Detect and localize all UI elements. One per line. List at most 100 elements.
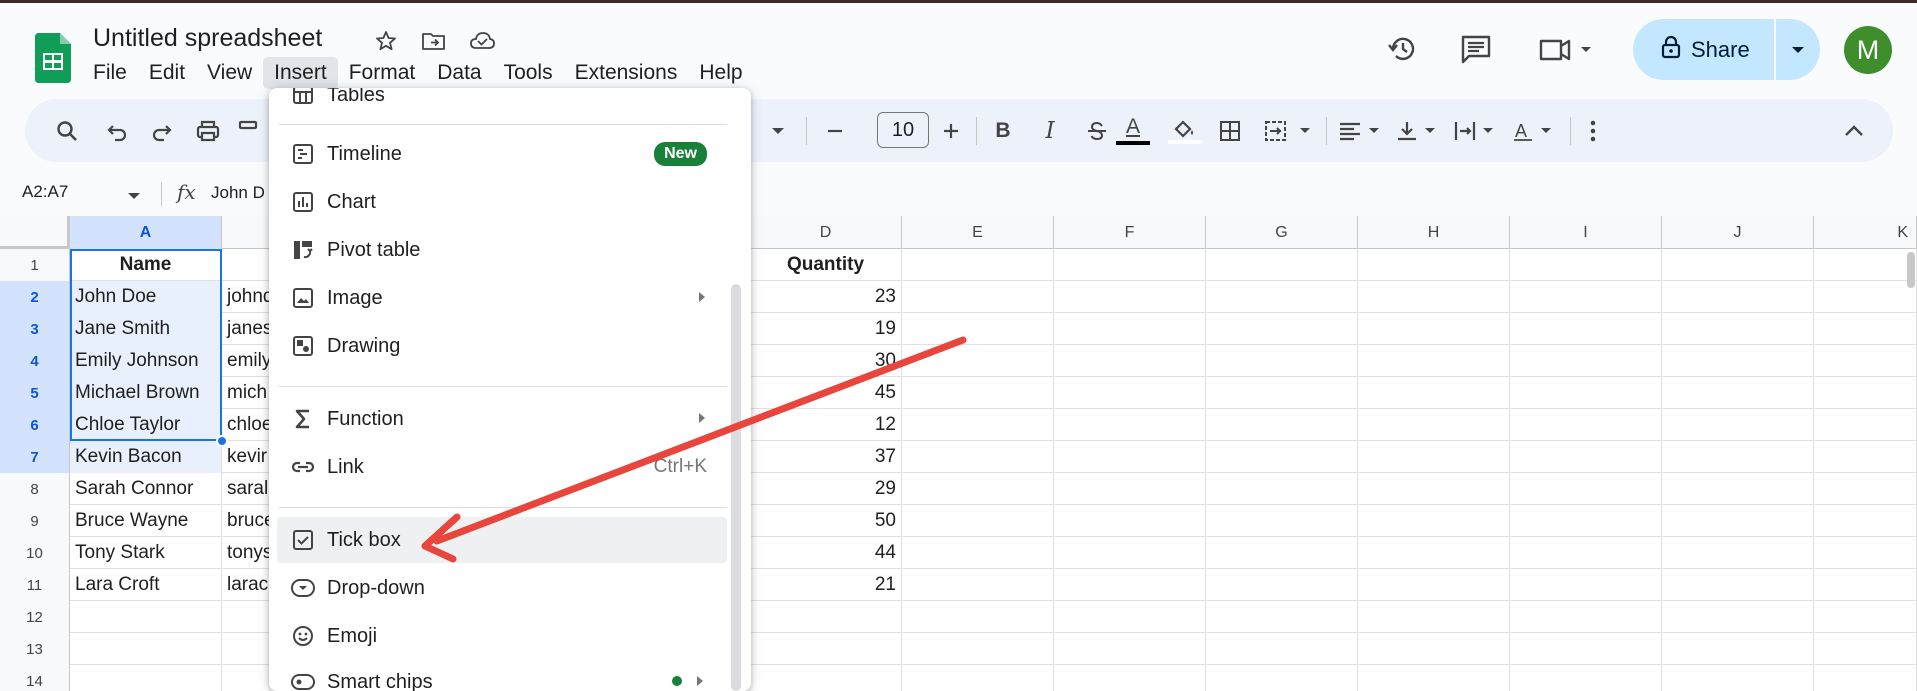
- empty-cell[interactable]: [1814, 633, 1917, 665]
- menu-data[interactable]: Data: [426, 57, 492, 89]
- cell-a[interactable]: [70, 601, 222, 633]
- empty-cell[interactable]: [1054, 441, 1206, 473]
- select-all-corner[interactable]: [0, 216, 70, 249]
- empty-cell[interactable]: [1358, 633, 1510, 665]
- empty-cell[interactable]: [1510, 313, 1662, 345]
- empty-cell[interactable]: [1206, 441, 1358, 473]
- empty-cell[interactable]: [1206, 249, 1358, 281]
- empty-cell[interactable]: [1358, 537, 1510, 569]
- empty-cell[interactable]: [1510, 281, 1662, 313]
- row-header[interactable]: 10: [0, 537, 70, 569]
- cell-d[interactable]: 19: [750, 313, 902, 345]
- empty-cell[interactable]: [902, 633, 1054, 665]
- text-rotation-icon[interactable]: A: [1511, 115, 1561, 147]
- menu-item-link[interactable]: Link Ctrl+K: [269, 444, 729, 490]
- document-title[interactable]: Untitled spreadsheet: [93, 24, 322, 53]
- column-header-f[interactable]: F: [1054, 216, 1206, 249]
- empty-cell[interactable]: [1662, 249, 1814, 281]
- empty-cell[interactable]: [1358, 281, 1510, 313]
- empty-cell[interactable]: [1662, 473, 1814, 505]
- empty-cell[interactable]: [1510, 665, 1662, 691]
- empty-cell[interactable]: [1510, 633, 1662, 665]
- empty-cell[interactable]: [1662, 313, 1814, 345]
- cell-a[interactable]: Sarah Connor: [70, 473, 222, 505]
- empty-cell[interactable]: [1206, 537, 1358, 569]
- cell-d[interactable]: [750, 633, 902, 665]
- menu-scrollbar[interactable]: [731, 284, 741, 691]
- cell-a[interactable]: Chloe Taylor: [70, 409, 222, 441]
- empty-cell[interactable]: [1814, 601, 1917, 633]
- empty-cell[interactable]: [902, 409, 1054, 441]
- empty-cell[interactable]: [1814, 281, 1917, 313]
- empty-cell[interactable]: [1662, 345, 1814, 377]
- avatar[interactable]: M: [1844, 26, 1892, 74]
- cell-d[interactable]: 45: [750, 377, 902, 409]
- name-box[interactable]: A2:A7: [22, 182, 68, 202]
- menu-insert[interactable]: Insert: [263, 57, 338, 89]
- empty-cell[interactable]: [1358, 409, 1510, 441]
- undo-icon[interactable]: [102, 115, 132, 147]
- empty-cell[interactable]: [902, 569, 1054, 601]
- row-header[interactable]: 8: [0, 473, 70, 505]
- cell-d[interactable]: 21: [750, 569, 902, 601]
- increase-font-size-icon[interactable]: [936, 115, 966, 147]
- cell-d[interactable]: 29: [750, 473, 902, 505]
- collapse-toolbar-icon[interactable]: [1839, 115, 1869, 147]
- cell-d[interactable]: 12: [750, 409, 902, 441]
- cell-a[interactable]: Kevin Bacon: [70, 441, 222, 473]
- sheets-logo-icon[interactable]: [33, 33, 73, 83]
- cell-a[interactable]: Emily Johnson: [70, 345, 222, 377]
- empty-cell[interactable]: [902, 665, 1054, 691]
- menu-item-image[interactable]: Image: [269, 275, 729, 321]
- empty-cell[interactable]: [1662, 377, 1814, 409]
- row-header[interactable]: 5: [0, 377, 70, 409]
- empty-cell[interactable]: [902, 281, 1054, 313]
- empty-cell[interactable]: [1358, 441, 1510, 473]
- empty-cell[interactable]: [1510, 409, 1662, 441]
- column-header-g[interactable]: G: [1206, 216, 1358, 249]
- borders-icon[interactable]: [1215, 115, 1245, 147]
- meet-camera-icon[interactable]: [1537, 31, 1597, 67]
- menu-item-chart[interactable]: Chart: [269, 179, 729, 225]
- cell-a[interactable]: Bruce Wayne: [70, 505, 222, 537]
- decrease-font-size-icon[interactable]: [820, 115, 850, 147]
- empty-cell[interactable]: [902, 249, 1054, 281]
- empty-cell[interactable]: [1662, 281, 1814, 313]
- empty-cell[interactable]: [1510, 601, 1662, 633]
- menu-edit[interactable]: Edit: [138, 57, 196, 89]
- empty-cell[interactable]: [1814, 409, 1917, 441]
- menu-tools[interactable]: Tools: [493, 57, 564, 89]
- empty-cell[interactable]: [1358, 665, 1510, 691]
- empty-cell[interactable]: [1662, 441, 1814, 473]
- column-header-j[interactable]: J: [1662, 216, 1814, 249]
- version-history-icon[interactable]: [1385, 31, 1421, 67]
- empty-cell[interactable]: [1814, 345, 1917, 377]
- empty-cell[interactable]: [1358, 345, 1510, 377]
- empty-cell[interactable]: [1510, 505, 1662, 537]
- vertical-scrollbar[interactable]: [1907, 252, 1915, 288]
- empty-cell[interactable]: [1662, 665, 1814, 691]
- empty-cell[interactable]: [1054, 505, 1206, 537]
- empty-cell[interactable]: [1814, 537, 1917, 569]
- column-header-a[interactable]: A: [70, 216, 222, 249]
- share-button[interactable]: Share: [1633, 19, 1820, 80]
- empty-cell[interactable]: [1510, 569, 1662, 601]
- cell-d[interactable]: 23: [750, 281, 902, 313]
- menu-item-drop-down[interactable]: Drop-down: [269, 565, 729, 611]
- empty-cell[interactable]: [1054, 345, 1206, 377]
- empty-cell[interactable]: [1510, 249, 1662, 281]
- cloud-status-icon[interactable]: [468, 27, 496, 55]
- paint-format-icon[interactable]: [237, 115, 261, 147]
- empty-cell[interactable]: [1510, 377, 1662, 409]
- empty-cell[interactable]: [1510, 345, 1662, 377]
- empty-cell[interactable]: [1054, 665, 1206, 691]
- empty-cell[interactable]: [1814, 665, 1917, 691]
- empty-cell[interactable]: [1814, 473, 1917, 505]
- menu-item-emoji[interactable]: Emoji: [269, 613, 729, 659]
- empty-cell[interactable]: [1662, 601, 1814, 633]
- empty-cell[interactable]: [902, 377, 1054, 409]
- empty-cell[interactable]: [1206, 473, 1358, 505]
- empty-cell[interactable]: [1358, 601, 1510, 633]
- empty-cell[interactable]: [1814, 569, 1917, 601]
- search-icon[interactable]: [52, 115, 82, 147]
